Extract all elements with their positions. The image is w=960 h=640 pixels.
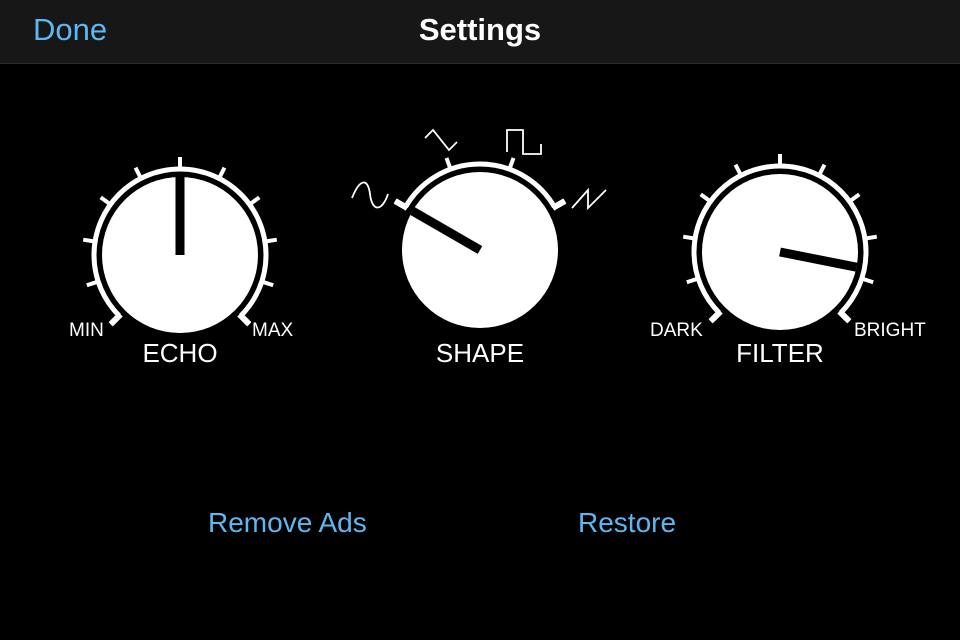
triangle-wave-icon — [424, 128, 458, 152]
filter-knob-tick — [863, 277, 874, 285]
sawtooth-wave-icon — [571, 187, 607, 211]
page-title: Settings — [418, 12, 542, 47]
echo-knob[interactable]: MIN MAX ECHO — [30, 120, 330, 380]
filter-label: FILTER — [736, 338, 824, 368]
filter-knob-tick — [818, 163, 827, 175]
sine-wave-icon — [351, 181, 389, 209]
echo-knob-tick — [266, 237, 278, 244]
shape-label: SHAPE — [435, 338, 525, 368]
navigation-bar: Done Settings — [0, 0, 960, 64]
shape-knob-tick — [444, 157, 452, 168]
filter-knob-tick — [733, 163, 742, 175]
filter-knob-tick — [866, 234, 878, 241]
shape-knob-tick — [508, 157, 516, 168]
echo-knob-tick — [250, 195, 261, 205]
square-wave-icon — [506, 129, 542, 155]
filter-knob-tick — [686, 277, 697, 285]
echo-label: ECHO — [142, 338, 218, 368]
echo-knob-tick — [263, 280, 274, 288]
remove-ads-button[interactable]: Remove Ads — [208, 505, 367, 541]
echo-knob-tick — [86, 280, 97, 288]
filter-knob-tick — [850, 192, 861, 202]
filter-knob[interactable]: DARK BRIGHT FILTER — [630, 120, 930, 380]
restore-button[interactable]: Restore — [578, 505, 676, 541]
echo-knob-tick — [218, 166, 227, 178]
filter-knob-tick — [682, 234, 694, 241]
echo-knob-tick — [82, 237, 94, 244]
echo-knob-tick — [99, 195, 110, 205]
echo-knob-tick — [133, 166, 142, 178]
filter-knob-tick — [699, 192, 710, 202]
shape-knob[interactable]: SHAPE — [330, 120, 630, 380]
